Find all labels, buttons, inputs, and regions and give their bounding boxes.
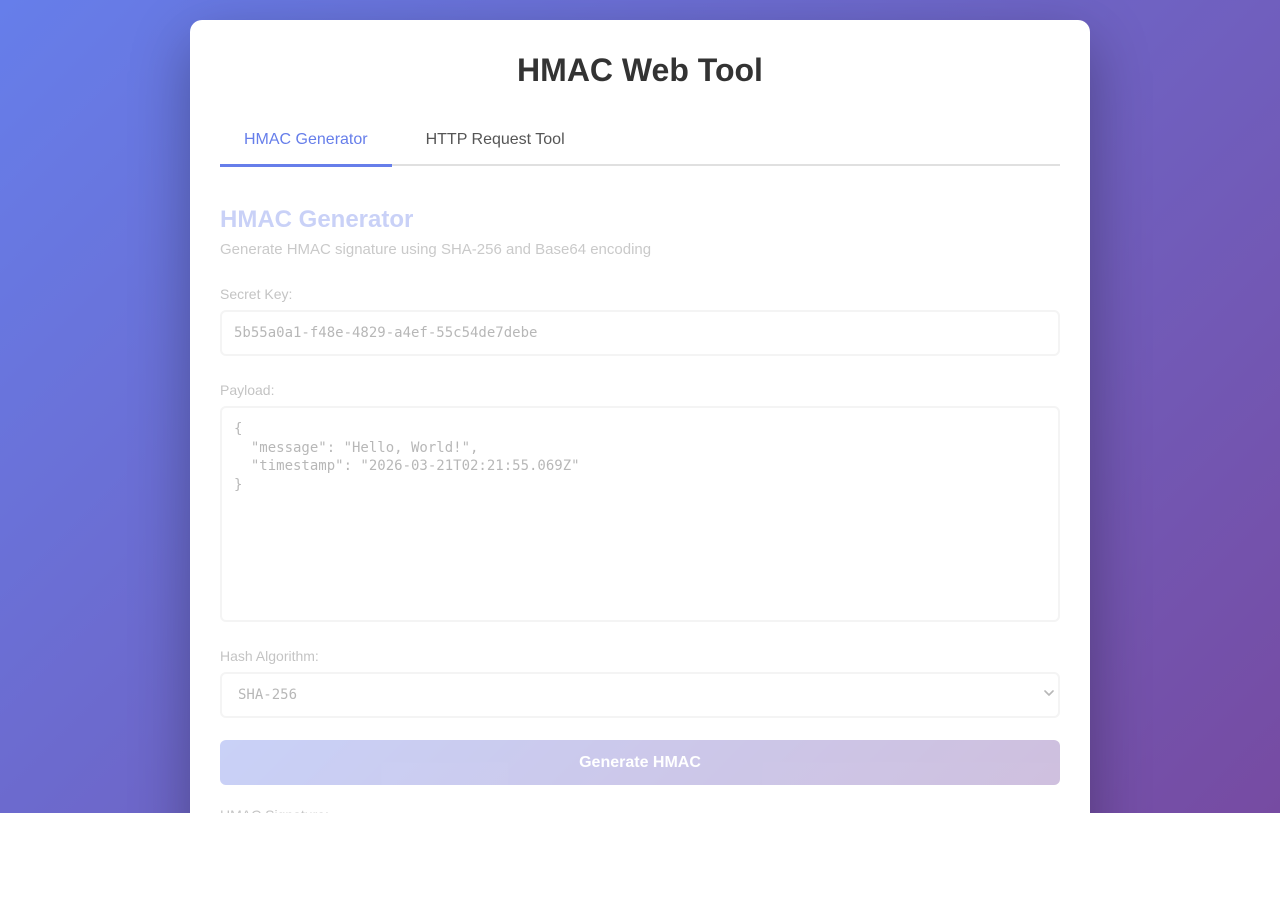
chevron-down-icon: [1044, 690, 1054, 696]
panel-title: HMAC Generator: [220, 206, 414, 233]
secret-key-input[interactable]: 5b55a0a1-f48e-4829-a4ef-55c54de7debe: [220, 310, 1060, 356]
generate-hmac-button[interactable]: Generate HMAC: [220, 740, 1060, 785]
hash-algorithm-select-wrapper[interactable]: SHA-256: [220, 672, 1060, 718]
page-background: HMAC Web Tool HMAC Generator HTTP Reques…: [0, 0, 1280, 813]
hash-algorithm-label: Hash Algorithm:: [220, 648, 319, 664]
hash-algorithm-select[interactable]: SHA-256: [220, 672, 1060, 718]
tab-hmac-generator[interactable]: HMAC Generator: [220, 120, 392, 167]
secret-key-label: Secret Key:: [220, 286, 293, 302]
hmac-generator-panel: HMAC Generator Generate HMAC signature u…: [220, 166, 1060, 813]
page-title: HMAC Web Tool: [517, 52, 763, 88]
payload-label: Payload:: [220, 382, 275, 398]
main-card: HMAC Web Tool HMAC Generator HTTP Reques…: [190, 20, 1090, 813]
panel-description: Generate HMAC signature using SHA-256 an…: [220, 241, 652, 258]
tab-bar: HMAC Generator HTTP Request Tool: [220, 120, 1060, 167]
tab-http-request-tool[interactable]: HTTP Request Tool: [402, 120, 589, 164]
payload-textarea[interactable]: { "message": "Hello, World!", "timestamp…: [220, 406, 1060, 622]
hmac-signature-label: HMAC Signature:: [220, 805, 1060, 813]
